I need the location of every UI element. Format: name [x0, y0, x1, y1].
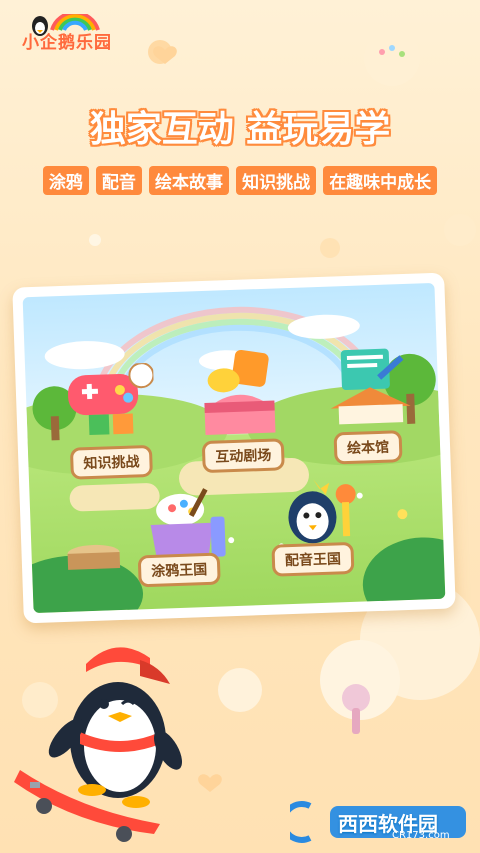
feature-map-card: 知识挑战 互动剧场 绘本馆 涂鸦王国 配音王国 — [12, 272, 456, 624]
feature-map-scene: 知识挑战 互动剧场 绘本馆 涂鸦王国 配音王国 — [22, 282, 446, 614]
feature-doodle-kingdom[interactable]: 涂鸦王国 — [137, 552, 221, 588]
gamepad-icon[interactable] — [63, 362, 156, 446]
feature-interactive-theater[interactable]: 互动剧场 — [201, 438, 285, 474]
theater-icon[interactable] — [193, 348, 286, 441]
tag-doodle: 涂鸦 — [42, 166, 89, 195]
tag-dubbing: 配音 — [95, 166, 142, 195]
app-screen: 小企鹅乐园 独家互动 益玩易学 涂鸦 配音 绘本故事 知识挑战 在趣味中成长 知… — [0, 0, 480, 853]
headline: 独家互动 益玩易学 — [89, 109, 391, 150]
feature-knowledge-challenge[interactable]: 知识挑战 — [69, 444, 153, 480]
tag-knowledge-challenge: 知识挑战 — [236, 166, 317, 195]
tag-picture-book: 绘本故事 — [149, 166, 229, 195]
watermark-url: CR173.com — [392, 830, 450, 841]
feature-picture-book-hall[interactable]: 绘本馆 — [333, 430, 403, 465]
feature-dubbing-kingdom[interactable]: 配音王国 — [271, 541, 355, 577]
tag-grow-with-fun: 在趣味中成长 — [323, 166, 438, 195]
logo-text: 小企鹅乐园 — [22, 33, 112, 53]
book-icon[interactable] — [325, 346, 418, 429]
subhead-tags: 涂鸦 配音 绘本故事 知识挑战 在趣味中成长 — [0, 166, 480, 195]
